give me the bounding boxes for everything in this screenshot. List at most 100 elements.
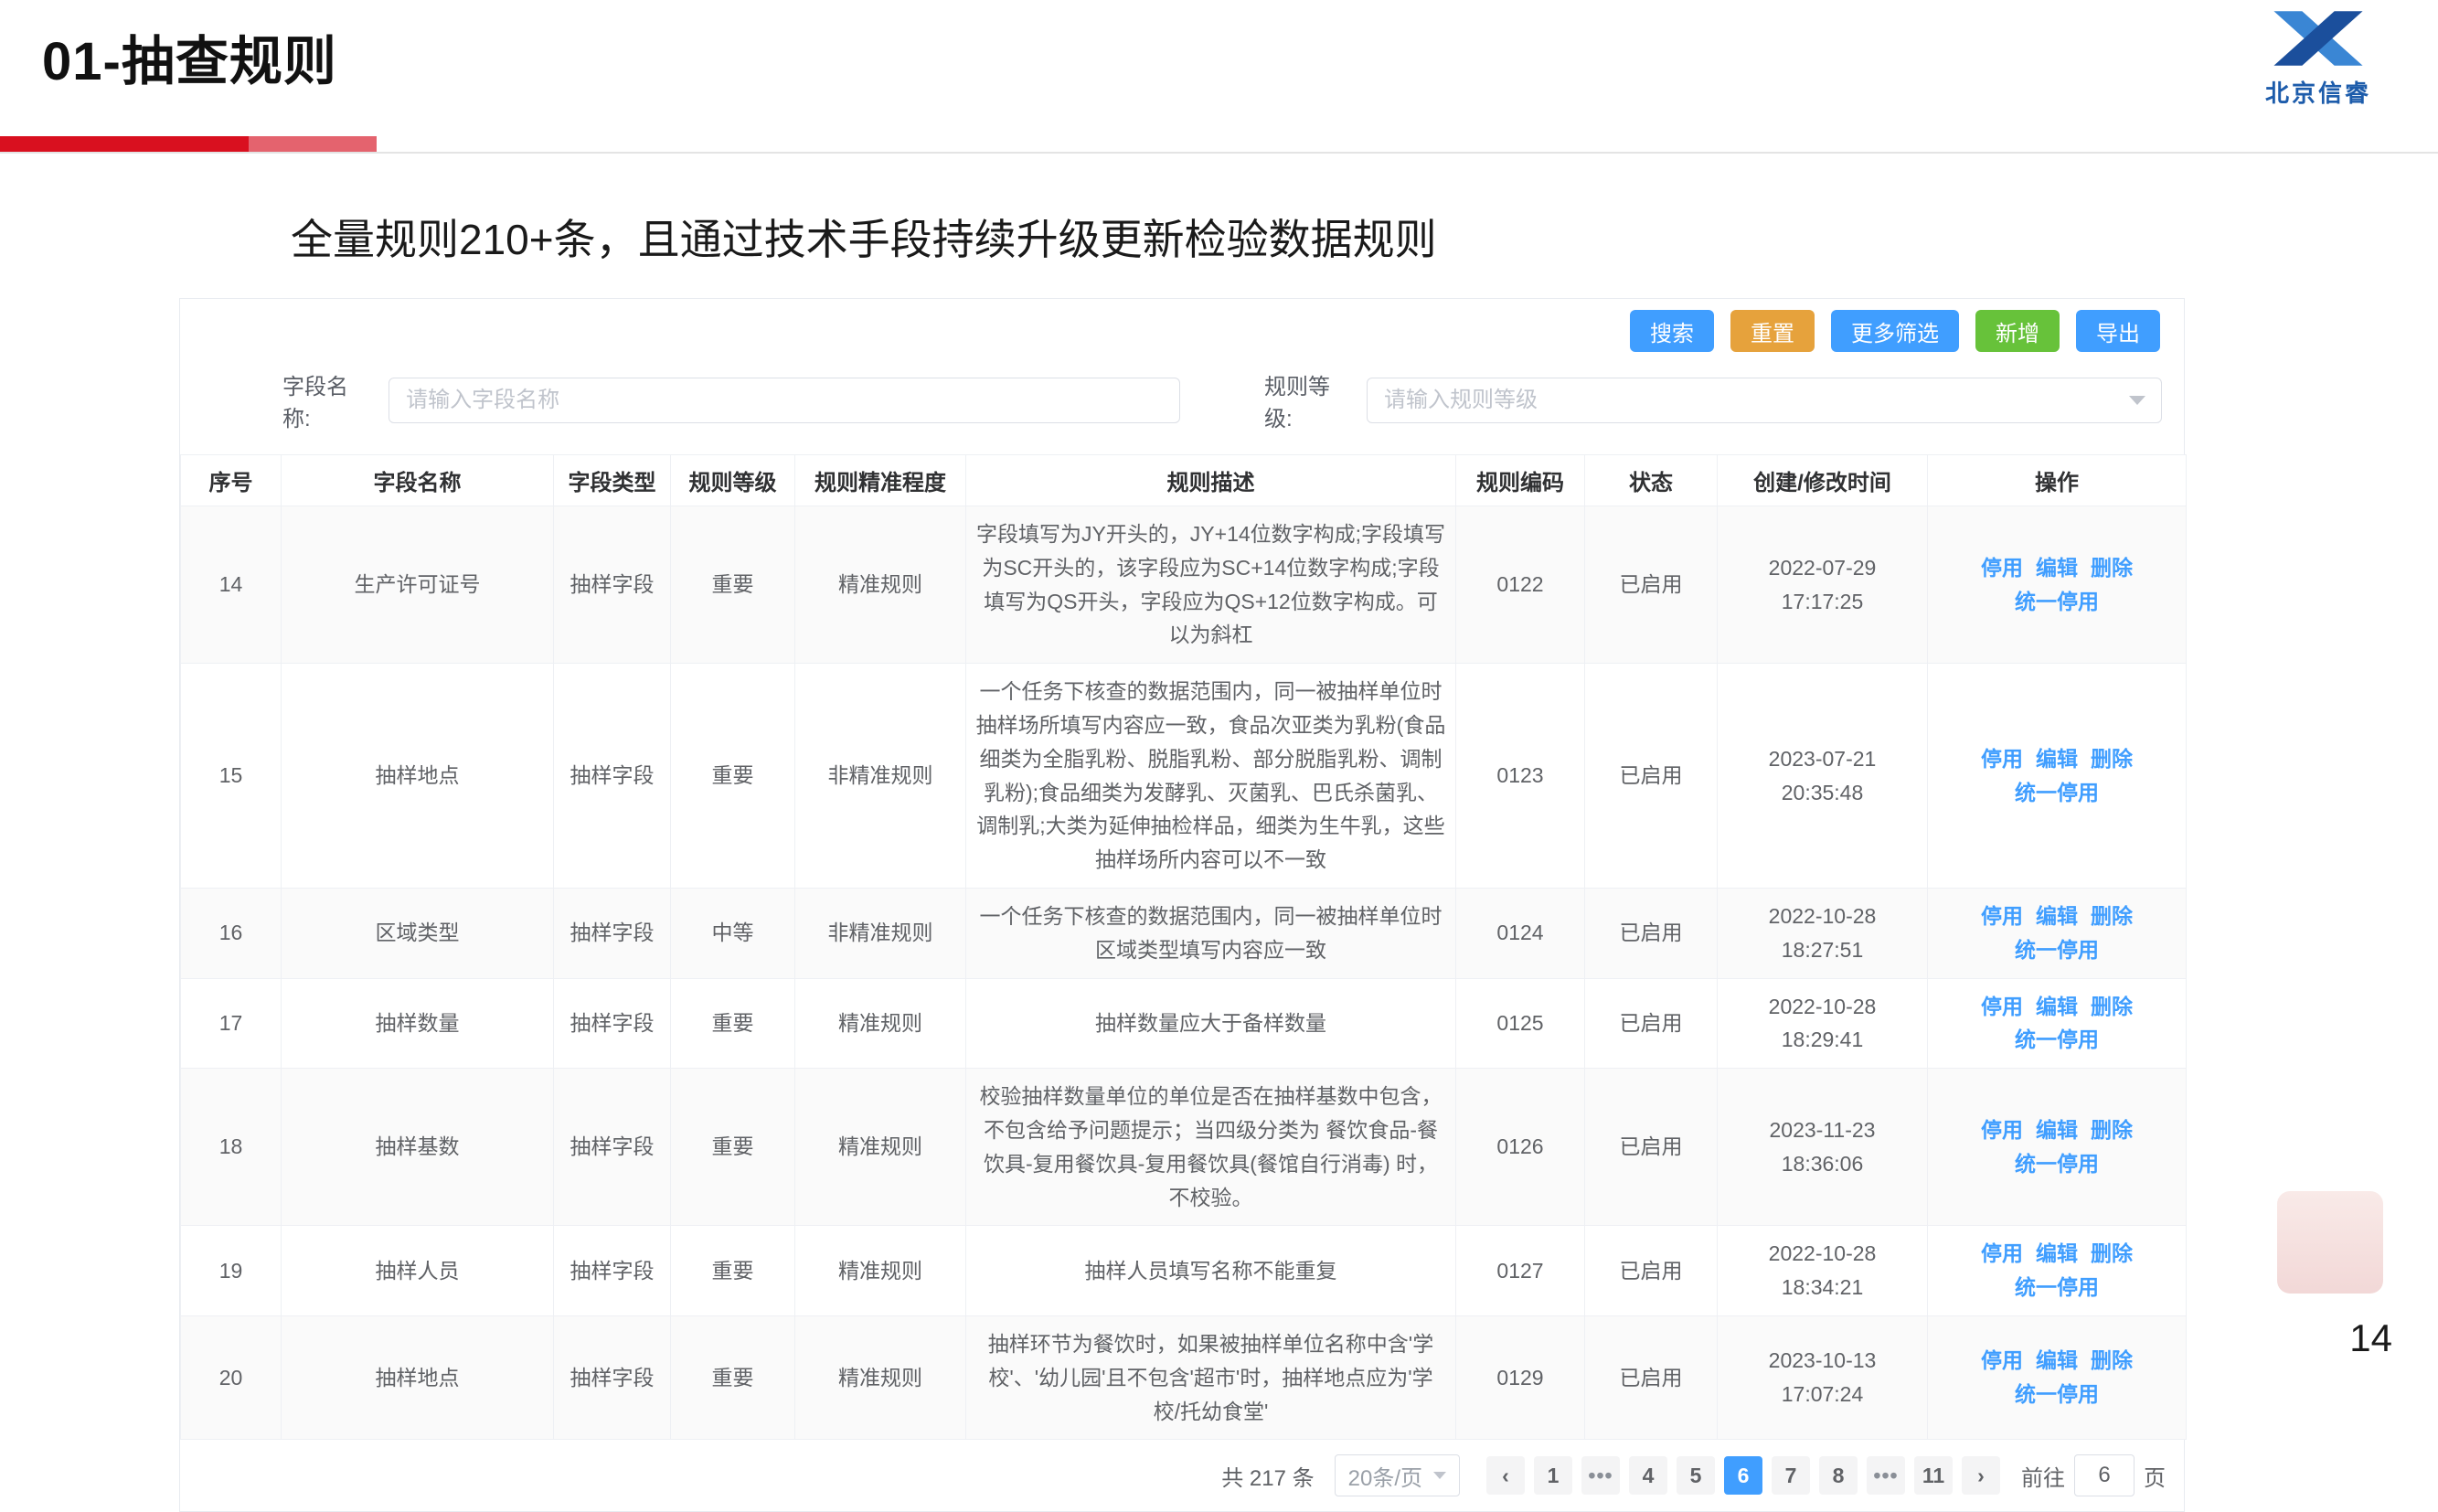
pager-ellipsis[interactable]: ••• bbox=[1581, 1456, 1620, 1495]
action-link[interactable]: 统一停用 bbox=[2015, 1028, 2099, 1051]
column-header: 规则描述 bbox=[966, 455, 1456, 506]
cell-actions: 停用编辑删除统一停用 bbox=[1928, 978, 2187, 1069]
action-link[interactable]: 删除 bbox=[2091, 1118, 2133, 1142]
cell-desc: 字段填写为JY开头的，JY+14位数字构成;字段填写为SC开头的，该字段应为SC… bbox=[966, 506, 1456, 664]
prev-page-button[interactable]: ‹ bbox=[1486, 1456, 1525, 1495]
table-row: 16区域类型抽样字段中等非精准规则一个任务下核查的数据范围内，同一被抽样单位时区… bbox=[181, 888, 2187, 978]
action-link[interactable]: 停用 bbox=[1981, 904, 2023, 928]
chevron-down-icon bbox=[2129, 396, 2145, 405]
cell-desc: 抽样数量应大于备样数量 bbox=[966, 978, 1456, 1069]
action-link[interactable]: 编辑 bbox=[2036, 995, 2078, 1018]
action-link[interactable]: 删除 bbox=[2091, 995, 2133, 1018]
action-link[interactable]: 统一停用 bbox=[2015, 1382, 2099, 1406]
pager-page-7[interactable]: 7 bbox=[1772, 1456, 1810, 1495]
pager-page-1[interactable]: 1 bbox=[1534, 1456, 1572, 1495]
cell-code: 0124 bbox=[1456, 888, 1585, 978]
cell-precision: 非精准规则 bbox=[795, 888, 966, 978]
next-page-button[interactable]: › bbox=[1962, 1456, 2000, 1495]
add-button[interactable]: 新增 bbox=[1975, 310, 2060, 352]
rule-level-label: 规则等级: bbox=[1264, 368, 1354, 432]
cell-time: 2022-10-28 18:27:51 bbox=[1718, 888, 1928, 978]
action-link[interactable]: 停用 bbox=[1981, 747, 2023, 771]
action-link[interactable]: 删除 bbox=[2091, 904, 2133, 928]
more-filter-button[interactable]: 更多筛选 bbox=[1831, 310, 1959, 352]
search-button[interactable]: 搜索 bbox=[1630, 310, 1714, 352]
cell-status: 已启用 bbox=[1585, 1315, 1718, 1439]
cell-seq: 20 bbox=[181, 1315, 282, 1439]
field-name-filter: 字段名称: bbox=[282, 368, 1180, 432]
cell-precision: 精准规则 bbox=[795, 506, 966, 664]
column-header: 规则编码 bbox=[1456, 455, 1585, 506]
cell-type: 抽样字段 bbox=[554, 664, 671, 889]
rule-level-select[interactable] bbox=[1367, 378, 2162, 423]
action-link[interactable]: 编辑 bbox=[2036, 556, 2078, 580]
action-link[interactable]: 停用 bbox=[1981, 995, 2023, 1018]
field-name-input[interactable] bbox=[389, 378, 1180, 423]
cell-time: 2022-10-28 18:29:41 bbox=[1718, 978, 1928, 1069]
filter-bar: 字段名称: 规则等级: bbox=[180, 363, 2184, 454]
pager-ellipsis[interactable]: ••• bbox=[1867, 1456, 1905, 1495]
cell-field: 生产许可证号 bbox=[282, 506, 554, 664]
field-name-label: 字段名称: bbox=[282, 368, 376, 432]
table-row: 19抽样人员抽样字段重要精准规则抽样人员填写名称不能重复0127已启用2022-… bbox=[181, 1226, 2187, 1316]
cell-code: 0129 bbox=[1456, 1315, 1585, 1439]
export-button[interactable]: 导出 bbox=[2076, 310, 2160, 352]
cell-level: 重要 bbox=[671, 664, 795, 889]
cell-precision: 精准规则 bbox=[795, 1315, 966, 1439]
action-link[interactable]: 编辑 bbox=[2036, 747, 2078, 771]
column-header: 状态 bbox=[1585, 455, 1718, 506]
page-size-value: 20条/页 bbox=[1348, 1460, 1422, 1492]
action-link[interactable]: 统一停用 bbox=[2015, 1275, 2099, 1299]
cell-time: 2023-11-23 18:36:06 bbox=[1718, 1069, 1928, 1226]
column-header: 序号 bbox=[181, 455, 282, 506]
cell-field: 抽样数量 bbox=[282, 978, 554, 1069]
action-link[interactable]: 编辑 bbox=[2036, 1348, 2078, 1372]
cell-time: 2022-10-28 18:34:21 bbox=[1718, 1226, 1928, 1316]
cell-time: 2022-07-29 17:17:25 bbox=[1718, 506, 1928, 664]
action-link[interactable]: 统一停用 bbox=[2015, 938, 2099, 962]
action-link[interactable]: 统一停用 bbox=[2015, 1152, 2099, 1176]
goto-page-input[interactable] bbox=[2074, 1454, 2135, 1496]
cell-actions: 停用编辑删除统一停用 bbox=[1928, 506, 2187, 664]
action-link[interactable]: 停用 bbox=[1981, 1118, 2023, 1142]
action-link[interactable]: 编辑 bbox=[2036, 1118, 2078, 1142]
action-link[interactable]: 编辑 bbox=[2036, 904, 2078, 928]
logo-text: 北京信睿 bbox=[2265, 75, 2371, 109]
pager-page-11[interactable]: 11 bbox=[1914, 1456, 1953, 1495]
pager-page-8[interactable]: 8 bbox=[1819, 1456, 1858, 1495]
cell-desc: 一个任务下核查的数据范围内，同一被抽样单位时抽样场所填写内容应一致，食品次亚类为… bbox=[966, 664, 1456, 889]
pager-page-5[interactable]: 5 bbox=[1677, 1456, 1715, 1495]
rules-table: 序号字段名称字段类型规则等级规则精准程度规则描述规则编码状态创建/修改时间操作 … bbox=[180, 454, 2187, 1440]
action-link[interactable]: 删除 bbox=[2091, 1348, 2133, 1372]
action-link[interactable]: 删除 bbox=[2091, 747, 2133, 771]
cell-actions: 停用编辑删除统一停用 bbox=[1928, 888, 2187, 978]
page-size-select[interactable]: 20条/页 bbox=[1335, 1454, 1460, 1496]
reset-button[interactable]: 重置 bbox=[1730, 310, 1815, 352]
action-link[interactable]: 删除 bbox=[2091, 556, 2133, 580]
action-link[interactable]: 编辑 bbox=[2036, 1241, 2078, 1265]
action-link[interactable]: 统一停用 bbox=[2015, 590, 2099, 613]
action-link[interactable]: 停用 bbox=[1981, 556, 2023, 580]
cell-seq: 16 bbox=[181, 888, 282, 978]
chevron-down-icon bbox=[1433, 1472, 1446, 1479]
cell-level: 重要 bbox=[671, 1315, 795, 1439]
column-header: 规则精准程度 bbox=[795, 455, 966, 506]
cell-field: 抽样地点 bbox=[282, 1315, 554, 1439]
cell-level: 重要 bbox=[671, 1226, 795, 1316]
cell-code: 0127 bbox=[1456, 1226, 1585, 1316]
action-link[interactable]: 停用 bbox=[1981, 1348, 2023, 1372]
cell-status: 已启用 bbox=[1585, 1226, 1718, 1316]
column-header: 字段类型 bbox=[554, 455, 671, 506]
pager-page-4[interactable]: 4 bbox=[1629, 1456, 1667, 1495]
cell-status: 已启用 bbox=[1585, 978, 1718, 1069]
action-link[interactable]: 统一停用 bbox=[2015, 781, 2099, 804]
goto-suffix: 页 bbox=[2144, 1460, 2166, 1492]
rule-level-filter: 规则等级: bbox=[1264, 368, 2162, 432]
cell-precision: 精准规则 bbox=[795, 978, 966, 1069]
pager-page-6[interactable]: 6 bbox=[1724, 1456, 1762, 1495]
cell-level: 重要 bbox=[671, 1069, 795, 1226]
action-link[interactable]: 删除 bbox=[2091, 1241, 2133, 1265]
action-link[interactable]: 停用 bbox=[1981, 1241, 2023, 1265]
cell-precision: 精准规则 bbox=[795, 1226, 966, 1316]
cell-seq: 18 bbox=[181, 1069, 282, 1226]
